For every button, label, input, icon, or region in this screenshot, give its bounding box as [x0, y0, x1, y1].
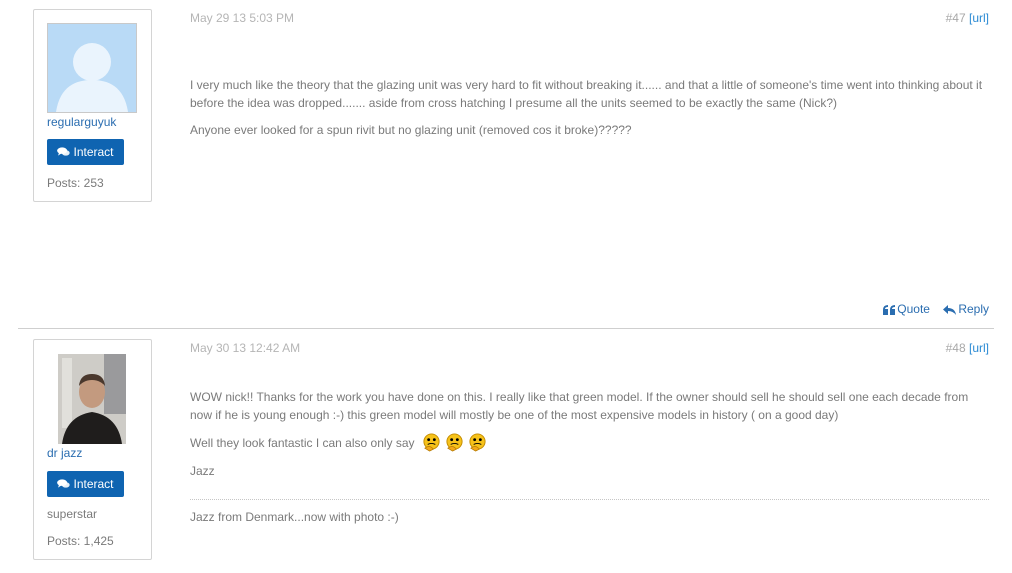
- signature-divider: [190, 499, 989, 500]
- post-number-link[interactable]: #47: [946, 11, 966, 25]
- post-paragraph: Jazz: [190, 464, 215, 478]
- comments-icon: [57, 147, 71, 156]
- reply-label: Reply: [958, 302, 989, 316]
- url-link[interactable]: [url]: [969, 341, 989, 355]
- quote-label: Quote: [897, 302, 930, 316]
- username[interactable]: dr jazz: [47, 446, 82, 460]
- user-info-panel: dr jazz Interact superstar Posts: 1,425: [33, 339, 152, 560]
- thinking-smiley-icon: [446, 433, 463, 452]
- post-number-link[interactable]: #48: [946, 341, 966, 355]
- post-paragraph-with-smileys: Well they look fantastic I can also only…: [190, 433, 487, 452]
- post-permalink: #48 [url]: [946, 341, 989, 355]
- user-info-panel: regularguyuk Interact Posts: 253: [33, 9, 152, 202]
- thinking-smiley-icon: [423, 433, 440, 452]
- post-48: dr jazz Interact superstar Posts: 1,425 …: [18, 328, 994, 573]
- quote-button[interactable]: Quote: [883, 302, 930, 316]
- reply-button[interactable]: Reply: [943, 302, 989, 316]
- avatar[interactable]: [58, 354, 126, 444]
- post-paragraph-text: Well they look fantastic I can also only…: [190, 436, 415, 450]
- user-rank: superstar: [47, 507, 98, 521]
- interact-label: Interact: [73, 145, 114, 159]
- post-permalink: #47 [url]: [946, 11, 989, 25]
- signature: Jazz from Denmark...now with photo :-): [190, 510, 399, 524]
- post-date: May 29 13 5:03 PM: [190, 11, 295, 25]
- interact-button[interactable]: Interact: [47, 471, 124, 497]
- post-paragraph: Anyone ever looked for a spun rivit but …: [190, 123, 632, 137]
- username[interactable]: regularguyuk: [47, 115, 116, 129]
- comments-icon: [57, 479, 71, 488]
- reply-icon: [943, 305, 957, 315]
- thinking-smiley-icon: [469, 433, 486, 452]
- post-paragraph: WOW nick!! Thanks for the work you have …: [190, 390, 969, 422]
- url-link[interactable]: [url]: [969, 11, 989, 25]
- interact-label: Interact: [73, 477, 114, 491]
- post-actions: Quote Reply: [873, 302, 989, 316]
- post-count: Posts: 1,425: [47, 534, 114, 548]
- post-count: Posts: 253: [47, 176, 104, 190]
- post-paragraph: I very much like the theory that the gla…: [190, 78, 983, 110]
- interact-button[interactable]: Interact: [47, 139, 124, 165]
- quote-icon: [883, 305, 896, 315]
- post-47: regularguyuk Interact Posts: 253 May 29 …: [18, 0, 994, 328]
- user-photo: [58, 354, 126, 444]
- default-avatar-icon: [48, 24, 136, 112]
- post-date: May 30 13 12:42 AM: [190, 341, 301, 355]
- avatar[interactable]: [47, 23, 137, 113]
